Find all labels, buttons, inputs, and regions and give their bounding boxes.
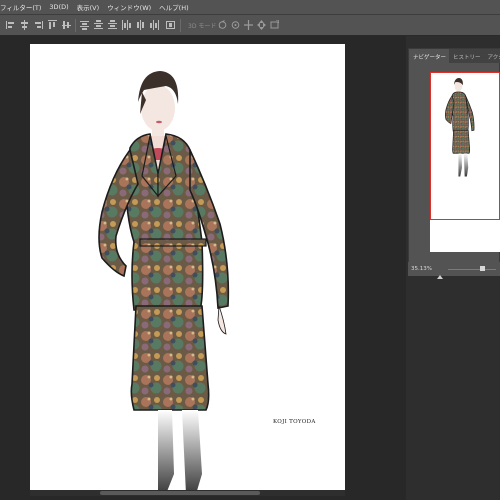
fashion-illustration — [98, 71, 230, 494]
zoom-slider-thumb[interactable] — [480, 266, 485, 271]
photoshop-window: フィルター(T) 3D(D) 表示(V) ウィンドウ(W) ヘルプ(H) 3D … — [0, 0, 500, 500]
canvas-workspace[interactable]: KOJI TOYODA — [0, 36, 406, 500]
tab-history[interactable]: ヒストリー — [449, 49, 484, 63]
menu-3d[interactable]: 3D(D) — [49, 3, 68, 11]
3d-slide-icon[interactable] — [257, 20, 266, 30]
distribute-right-icon[interactable] — [150, 20, 159, 30]
menu-window[interactable]: ウィンドウ(W) — [107, 2, 151, 12]
toolbar-separator — [75, 19, 76, 32]
toolbar-separator — [180, 19, 181, 32]
align-left-edges-icon[interactable] — [6, 20, 15, 30]
zoom-out-icon[interactable] — [436, 265, 444, 279]
zoom-percentage[interactable]: 35.13% — [411, 266, 432, 272]
3d-rotate-icon[interactable] — [218, 20, 227, 30]
align-top-edges-icon[interactable] — [48, 20, 57, 30]
horizontal-scrollbar[interactable] — [30, 490, 345, 496]
zoom-slider-track[interactable] — [448, 269, 496, 270]
options-bar: 3D モード : — [0, 14, 500, 36]
distribute-bottom-icon[interactable] — [108, 20, 117, 30]
tab-navigator[interactable]: ナビゲーター — [409, 49, 450, 63]
menu-bar: フィルター(T) 3D(D) 表示(V) ウィンドウ(W) ヘルプ(H) — [0, 0, 500, 14]
menu-help[interactable]: ヘルプ(H) — [159, 2, 188, 12]
navigator-zoom-bar: 35.13% — [408, 262, 500, 279]
menu-view[interactable]: 表示(V) — [77, 2, 100, 12]
document-canvas[interactable]: KOJI TOYODA — [30, 44, 345, 494]
tab-actions[interactable]: アクション — [484, 49, 500, 63]
distribute-left-icon[interactable] — [122, 20, 131, 30]
distribute-top-icon[interactable] — [80, 20, 89, 30]
3d-roll-icon[interactable] — [231, 20, 240, 30]
3d-scale-icon[interactable] — [270, 20, 279, 30]
distribute-horizontal-centers-icon[interactable] — [136, 20, 145, 30]
menu-filter[interactable]: フィルター(T) — [0, 2, 41, 12]
panel-tab-bar: ナビゲーター ヒストリー アクション — [409, 49, 500, 63]
align-right-edges-icon[interactable] — [34, 20, 43, 30]
artist-signature: KOJI TOYODA — [273, 419, 316, 425]
auto-align-layers-icon[interactable] — [166, 20, 175, 30]
align-vertical-centers-icon[interactable] — [62, 20, 71, 30]
3d-drag-icon[interactable] — [244, 20, 253, 30]
align-horizontal-centers-icon[interactable] — [20, 20, 29, 30]
navigator-thumbnail[interactable] — [430, 72, 500, 252]
distribute-vertical-centers-icon[interactable] — [94, 20, 103, 30]
horizontal-scrollbar-thumb[interactable] — [100, 491, 260, 495]
3d-mode-label: 3D モード : — [188, 23, 221, 30]
navigator-thumbnail-illustration — [430, 72, 500, 252]
